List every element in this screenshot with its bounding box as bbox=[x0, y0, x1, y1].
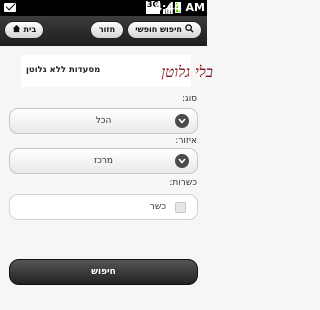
kosher-option-label: כשר bbox=[149, 202, 166, 212]
free-search-button[interactable]: חיפוש חופשי bbox=[127, 21, 202, 39]
home-button[interactable]: בית bbox=[4, 21, 44, 39]
home-button-label: בית bbox=[23, 25, 37, 34]
kosher-label: כשרות: bbox=[169, 178, 197, 188]
mail-icon bbox=[4, 3, 16, 12]
home-icon bbox=[12, 24, 20, 33]
status-bar: 3G 4:44 AM bbox=[0, 0, 207, 16]
back-button-label: חזור bbox=[98, 25, 116, 34]
search-button[interactable]: חיפוש bbox=[9, 259, 198, 285]
area-select-value: מרכז bbox=[93, 156, 114, 166]
free-search-label: חיפוש חופשי bbox=[135, 25, 182, 34]
toolbar: בית חזור חיפוש חופשי bbox=[0, 16, 207, 46]
area-select[interactable]: מרכז bbox=[9, 148, 198, 174]
header-banner: בלי גלוטן מסעדות ללא גלוטן bbox=[21, 55, 213, 87]
back-button[interactable]: חזור bbox=[90, 21, 124, 39]
area-label: איזור: bbox=[175, 136, 197, 146]
search-icon bbox=[184, 24, 194, 33]
logo-text: בלי גלוטן bbox=[161, 63, 213, 81]
banner-subtitle: מסעדות ללא גלוטן bbox=[26, 65, 101, 75]
type-select[interactable]: הכל bbox=[9, 108, 198, 134]
kosher-checkbox[interactable] bbox=[175, 202, 186, 213]
chevron-down-icon bbox=[175, 114, 189, 128]
chevron-down-icon bbox=[175, 154, 189, 168]
logo: בלי גלוטן bbox=[161, 63, 213, 81]
type-select-value: הכל bbox=[95, 116, 112, 126]
type-label: סוג: bbox=[181, 94, 197, 104]
clock: 4:44 AM bbox=[154, 1, 205, 14]
kosher-option[interactable]: כשר bbox=[9, 194, 198, 220]
